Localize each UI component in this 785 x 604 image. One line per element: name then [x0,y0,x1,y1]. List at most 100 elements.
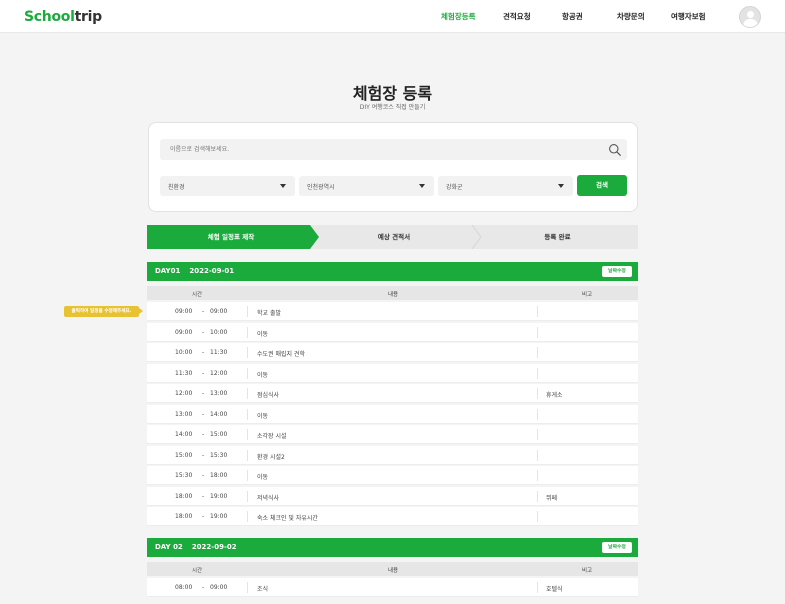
day2-edit-date-button[interactable]: 날짜수정 [602,542,632,553]
row-divider [537,429,538,440]
progress-steps: 체험 일정표 제작 예상 견적서 등록 완료 [147,225,638,249]
row-divider [247,511,248,522]
col-time: 시간 [192,568,203,574]
row-start-time: 13:00 [175,410,193,418]
row-divider [247,470,248,481]
row-divider [247,347,248,358]
row-end-time: 19:00 [210,492,228,500]
district-select[interactable]: 강화군 [438,176,573,196]
row-dash: - [202,513,205,520]
page-title: 체험장 등록 [352,84,433,103]
nav-experience-register[interactable]: 체험장등록 [441,11,476,22]
row-divider [537,347,538,358]
search-input[interactable] [160,139,627,160]
schedule-row[interactable]: 12:00 -13:00 점심식사 휴게소 [147,384,638,403]
row-start-time: 10:00 [175,349,193,356]
row-end-time: 19:00 [210,513,228,520]
row-content: 이동 [257,371,269,379]
row-end-time: 11:30 [210,349,228,356]
col-content: 내용 [388,292,399,298]
schooltrip-logo[interactable]: Schooltrip [24,8,102,26]
day1-label: DAY01 [155,267,181,275]
row-start-time: 15:30 [175,472,193,479]
col-content: 내용 [388,568,399,574]
row-content: 숙소 체크인 및 자유시간 [257,515,318,522]
row-end-time: 13:00 [210,390,228,397]
row-start-time: 18:00 [175,492,193,500]
schedule-row[interactable]: 15:00 -15:30 환경 시설2 [147,445,638,465]
row-content: 점심식사 [257,392,280,399]
row-dash: - [202,584,205,591]
row-divider [247,449,248,461]
row-divider [247,388,248,399]
search-button[interactable]: 검색 [577,175,627,196]
schedule-row[interactable]: 13:00 -14:00 이동 [147,404,638,424]
nav-travel-insurance[interactable]: 여행자보험 [671,11,706,22]
row-end-time: 09:00 [210,308,228,315]
row-dash: - [202,328,205,336]
row-start-time: 15:00 [175,451,193,459]
schedule-row[interactable]: 10:00 -11:30 수도권 매립지 견학 [147,343,638,362]
row-divider [537,449,538,461]
nav-airline-ticket[interactable]: 항공권 [562,11,583,22]
top-header: Schooltrip 체험장등록 견적요청 항공권 차량문의 여행자보험 [0,0,785,33]
row-end-time: 15:00 [210,431,228,438]
row-content: 이동 [257,474,269,481]
theme-select[interactable]: 친환경 [160,176,295,196]
theme-select-value: 친환경 [168,184,185,191]
row-end-time: 12:00 [210,369,228,377]
row-end-time: 15:30 [210,451,228,459]
search-panel: 친환경 인천광역시 강화군 검색 [148,122,638,212]
schedule-row[interactable]: 08:00 -09:00 조식 호텔식 [147,578,638,597]
row-start-time: 18:00 [175,513,193,520]
nav-vehicle-inquiry[interactable]: 차량문의 [617,11,645,22]
region-select-value: 인천광역시 [307,184,335,191]
row-content: 이동 [257,412,269,420]
page-subtitle: DIY 여행코스 직접 만들기 [359,104,426,111]
row-divider [537,490,538,502]
row-end-time: 14:00 [210,410,228,418]
day1-date: 2022-09-01 [189,267,235,275]
row-dash: - [202,390,205,397]
schedule-row[interactable]: 18:00 -19:00 숙소 체크인 및 자유시간 [147,507,638,526]
row-divider [537,306,538,317]
schedule-row[interactable]: 09:00 -10:00 이동 [147,322,638,342]
row-divider [247,306,248,317]
row-note: 호텔식 [546,586,563,593]
logo-part2: hool [41,9,75,25]
row-start-time: 12:00 [175,390,193,397]
schedule-row[interactable]: 11:30 -12:00 이동 [147,363,638,383]
row-note: 뷔페 [546,494,558,502]
schedule-row[interactable]: 14:00 -15:00 소각장 시설 [147,425,638,444]
search-icon[interactable] [608,143,622,157]
row-content: 수도권 매립지 견학 [257,351,305,358]
row-start-time: 14:00 [175,431,193,438]
chevron-down-icon [419,184,425,188]
logo-part3: trip [74,9,103,25]
schedule-row[interactable]: 15:30 -18:00 이동 [147,466,638,485]
region-select[interactable]: 인천광역시 [299,176,434,196]
col-time: 시간 [192,292,203,298]
user-avatar-icon[interactable] [739,6,761,28]
row-note: 휴게소 [546,392,563,399]
row-start-time: 09:00 [175,308,193,315]
schedule-row[interactable]: 09:00-09:00 학교 출발 [147,302,638,321]
tooltip-arrow [139,308,143,314]
day1-edit-date-button[interactable]: 날짜수정 [602,266,632,277]
day2-header: DAY 02 2022-09-02 날짜수정 [147,538,638,557]
row-divider [537,388,538,399]
row-divider [537,367,538,379]
district-select-value: 강화군 [446,184,463,191]
day1-header: DAY01 2022-09-01 날짜수정 [147,262,638,281]
nav-quote-request[interactable]: 견적요청 [503,11,531,22]
row-end-time: 18:00 [210,472,228,479]
row-divider [247,429,248,440]
day1-column-header: 시간 내용 비고 [147,286,638,300]
row-divider [537,408,538,420]
schedule-row[interactable]: 18:00 -19:00 저녁식사 뷔페 [147,486,638,506]
row-dash: - [202,308,205,315]
row-divider [247,326,248,338]
row-dash: - [202,410,205,418]
day2-label: DAY 02 [155,543,183,551]
row-dash: - [202,451,205,459]
